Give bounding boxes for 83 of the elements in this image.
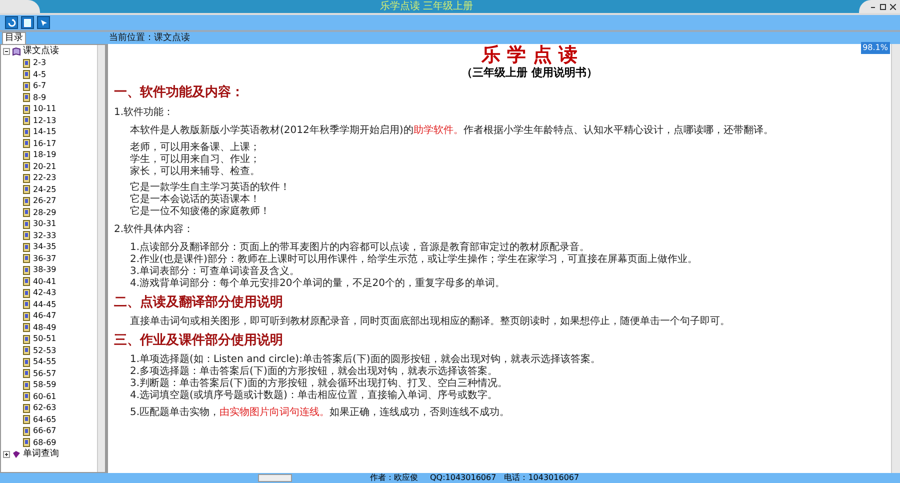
tree-item[interactable]: 60-61 <box>33 392 56 402</box>
tree-item[interactable]: 课文点读 <box>23 46 59 58</box>
tree-item[interactable]: 34-35 <box>33 242 56 252</box>
text-line: 3.单词表部分：可查单词读音及含义。 <box>130 266 301 278</box>
tree-item[interactable]: 32-33 <box>33 230 56 241</box>
author-text: 作者：欧应俊 <box>370 473 418 483</box>
text-line: 它是一本会说话的英语课本！ <box>130 194 261 206</box>
tree-item[interactable]: 24-25 <box>33 184 56 195</box>
paragraph: 直接单击词句或相关图形，即可听到教材原配录音，同时页面底部出现相应的翻译。整页朗读时，如果想停止，随便单击一个句子即可。 <box>129 316 731 328</box>
tree-item[interactable]: 64-65 <box>33 414 56 425</box>
section-heading: 二、点读及翻译部分使用说明 <box>114 295 284 311</box>
close-icon <box>890 4 896 10</box>
tree-item[interactable]: 14-15 <box>33 127 56 138</box>
tree-item[interactable]: 40-41 <box>33 276 56 287</box>
toolbar-button[interactable] <box>21 16 34 29</box>
tree-item[interactable]: 44-45 <box>33 300 56 310</box>
expander-icon[interactable] <box>3 48 10 56</box>
text-line: 4.选词填空题(或填序号题或计数题)：单击相应位置，直接输入单词、序号或数字。 <box>130 390 498 402</box>
tree-item[interactable]: 12-13 <box>33 116 56 126</box>
book-icon <box>12 47 21 56</box>
tree-item[interactable]: 28-29 <box>33 208 56 218</box>
toolbar-button[interactable] <box>37 16 50 29</box>
gem-icon <box>12 450 21 459</box>
tree-item[interactable]: 20-21 <box>33 162 56 172</box>
document-title: 乐 学 点 读 <box>480 44 578 66</box>
tree-item[interactable]: 36-37 <box>33 254 56 264</box>
page-icon <box>24 18 31 26</box>
tree-item[interactable]: 68-69 <box>33 438 56 448</box>
section-heading: 一、软件功能及内容： <box>114 85 245 101</box>
location-text: 当前位置：课文点读 <box>109 32 190 44</box>
text-line: 它是一位不知疲倦的家庭教师！ <box>130 206 271 218</box>
paragraph: 本软件是人教版新版小学英语教材(2012年秋季学期开始启用)的助学软件。作者根据小学生年龄特点、认知水平精心设计，点哪读哪，还带翻译。 <box>129 125 774 137</box>
text-line: 1.点读部分及翻译部分：页面上的带耳麦图片的内容都可以点读，音源是教育部审定过的教材原配录音。 <box>130 242 591 254</box>
tree-item[interactable]: 6-7 <box>33 81 46 92</box>
tree-item[interactable]: 66-67 <box>33 426 56 436</box>
tree-item[interactable]: 56-57 <box>33 368 56 379</box>
document-subtitle: （三年级上册 使用说明书） <box>460 66 598 80</box>
tree-item[interactable]: 8-9 <box>33 92 46 103</box>
tree-item[interactable]: 52-53 <box>33 346 56 356</box>
section-heading: 三、作业及课件部分使用说明 <box>114 333 284 349</box>
text-line: 学生，可以用来自习、作业； <box>130 154 261 166</box>
maximize-button[interactable] <box>879 2 887 10</box>
text-line: 3.判断题：单击答案后(下)面的方形按钮，就会循环出现打钩、打叉、空白三种情况。 <box>130 378 508 390</box>
tree-item[interactable]: 54-55 <box>33 357 56 368</box>
tree-item[interactable]: 18-19 <box>33 150 56 160</box>
tree-item[interactable]: 30-31 <box>33 219 56 230</box>
tree-item[interactable]: 16-17 <box>33 138 56 149</box>
qq-text: QQ:1043016067 <box>430 473 496 483</box>
text-line: 2.多项选择题：单击答案后(下)面的方形按钮，就会出现对钩，就表示选择该答案。 <box>130 366 498 378</box>
tree-item[interactable]: 38-39 <box>33 265 56 276</box>
tree-item[interactable]: 单词查询 <box>23 448 59 460</box>
text-line: 1.单项选择题(如：Listen and circle):单击答案后(下)面的圆形按钮，就会出现对钩，就表示选择该答案。 <box>130 354 602 366</box>
tree-item[interactable]: 50-51 <box>33 334 56 344</box>
text-line: 家长，可以用来辅导、检查。 <box>130 166 261 178</box>
item-label: 1.软件功能： <box>114 107 175 119</box>
phone-text: 电话：1043016067 <box>504 473 580 483</box>
tree-item[interactable]: 10-11 <box>33 104 56 114</box>
refresh-icon <box>8 18 16 26</box>
tree-item[interactable]: 48-49 <box>33 322 56 333</box>
tree-item[interactable]: 26-27 <box>33 196 56 206</box>
tree-item[interactable]: 4-5 <box>33 70 46 80</box>
expander-icon[interactable] <box>3 450 10 458</box>
text-line: 2.作业(也是课件)部分：教师在上课时可以用作课件，给学生示范，或让学生操作；学生在家学习，可直接在屏幕页面上做作业。 <box>130 254 698 266</box>
toolbar-button[interactable] <box>5 16 18 29</box>
tree-item[interactable]: 62-63 <box>33 403 56 414</box>
text-line: 4.游戏背单词部分：每个单元安排20个单词的量，不足20个的，重复字母多的单词。 <box>130 278 506 290</box>
pointer-icon <box>40 18 48 26</box>
tree-item[interactable]: 46-47 <box>33 311 56 322</box>
tree-item[interactable]: 58-59 <box>33 380 56 390</box>
tree-item[interactable]: 22-23 <box>33 173 56 184</box>
text-line: 老师，可以用来备课、上课； <box>130 142 261 154</box>
sidebar-tab[interactable]: 目录 <box>2 32 26 44</box>
close-button[interactable] <box>889 2 897 10</box>
maximize-icon <box>880 4 886 10</box>
text-line: 它是一款学生自主学习英语的软件！ <box>130 182 291 194</box>
window-title: 乐学点读 三年级上册 <box>380 0 474 12</box>
percent-badge: 98.1% <box>860 42 890 54</box>
scrollbar[interactable] <box>891 44 900 473</box>
paragraph: 5.匹配题单击实物，由实物图片向词句连线。如果正确，连线成功，否则连线不成功。 <box>129 407 511 419</box>
scrollbar[interactable] <box>97 45 105 472</box>
item-label: 2.软件具体内容： <box>114 224 195 236</box>
tree-item[interactable]: 2-3 <box>33 58 46 68</box>
tree-item[interactable]: 42-43 <box>33 288 56 298</box>
